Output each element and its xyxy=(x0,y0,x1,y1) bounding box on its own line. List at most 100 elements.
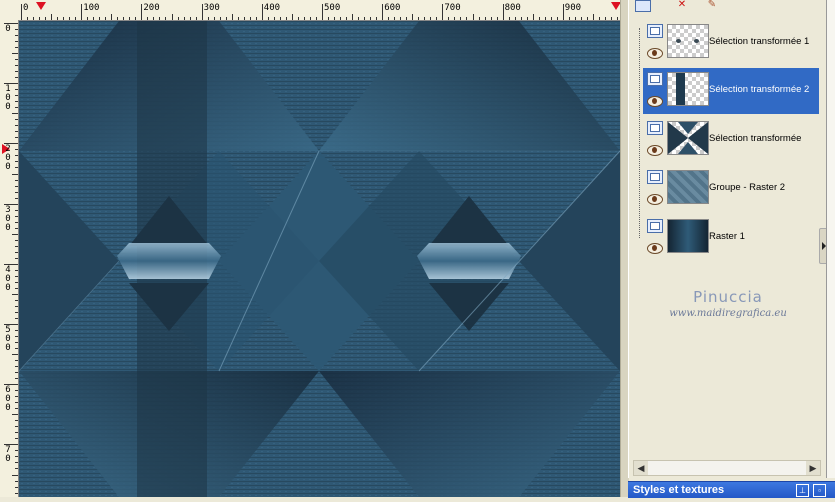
layer-row[interactable]: Raster 1 xyxy=(643,215,819,261)
layer-properties-icon[interactable] xyxy=(647,121,663,135)
edit-icon[interactable]: ✎ xyxy=(705,0,719,10)
ruler-label: 400 xyxy=(263,3,281,13)
ruler-tick xyxy=(27,17,29,20)
ruler-tick xyxy=(153,17,155,20)
scroll-right-icon[interactable]: ▶ xyxy=(806,461,820,475)
ruler-tick xyxy=(15,137,18,139)
ruler-tick xyxy=(610,17,612,20)
ruler-tick xyxy=(15,342,18,344)
layer-name: Groupe - Raster 2 xyxy=(709,182,786,193)
layer-thumbnail xyxy=(667,170,709,204)
ruler-tick xyxy=(442,4,444,20)
ruler-label: 0 xyxy=(5,282,11,293)
layer-row-selected[interactable]: Sélection transformée 2 xyxy=(643,68,819,114)
styles-textures-titlebar[interactable]: Styles et textures ⊥ ▫ xyxy=(628,481,835,498)
ruler-tick xyxy=(12,354,18,356)
ruler-tick xyxy=(526,17,528,20)
ruler-tick xyxy=(285,17,287,20)
ruler-tick xyxy=(358,17,360,20)
ruler-tick xyxy=(165,17,167,20)
ruler-tick xyxy=(394,17,396,20)
ruler-tick xyxy=(15,47,18,49)
ruler-tick xyxy=(15,299,18,301)
ruler-tick xyxy=(15,71,18,73)
visibility-eye-icon[interactable] xyxy=(647,194,663,205)
ruler-tick xyxy=(15,426,18,428)
ruler-tick xyxy=(15,77,18,79)
visibility-eye-icon[interactable] xyxy=(647,243,663,254)
ruler-tick xyxy=(213,17,215,20)
ruler-tick xyxy=(15,101,18,103)
visibility-eye-icon[interactable] xyxy=(647,145,663,156)
ruler-tick xyxy=(15,462,18,464)
ruler-label: 0 xyxy=(5,343,11,353)
ruler-marker-icon xyxy=(611,2,620,10)
ruler-tick xyxy=(15,167,18,169)
ruler-tick xyxy=(15,402,18,404)
ruler-tick xyxy=(12,173,18,175)
visibility-eye-icon[interactable] xyxy=(647,96,663,107)
restore-icon[interactable]: ▫ xyxy=(813,484,826,497)
canvas-image[interactable] xyxy=(18,21,621,497)
ruler-tick xyxy=(15,35,18,37)
ruler-tick xyxy=(15,161,18,163)
horizontal-scrollbar[interactable]: ◀ ▶ xyxy=(633,460,821,476)
ruler-tick xyxy=(15,390,18,392)
ruler-tick xyxy=(15,450,18,452)
layer-properties-icon[interactable] xyxy=(647,24,663,38)
pin-icon[interactable]: ⊥ xyxy=(796,484,809,497)
ruler-label: 900 xyxy=(564,3,582,13)
ruler-tick xyxy=(225,17,227,20)
ruler-tick xyxy=(15,119,18,121)
layer-properties-icon[interactable] xyxy=(647,170,663,184)
ruler-tick xyxy=(87,17,89,20)
ruler-tick xyxy=(376,17,378,20)
ruler-tick xyxy=(496,17,498,20)
ruler-tick xyxy=(15,65,18,67)
ruler-tick xyxy=(93,17,95,20)
ruler-tick xyxy=(15,287,18,289)
ruler-tick xyxy=(406,17,408,20)
ruler-tick xyxy=(15,221,18,223)
ruler-tick xyxy=(261,4,263,20)
ruler-tick xyxy=(15,245,18,247)
visibility-eye-icon[interactable] xyxy=(647,48,663,59)
layer-properties-icon[interactable] xyxy=(647,72,663,86)
ruler-tick xyxy=(15,420,18,422)
ruler-tick xyxy=(520,17,522,20)
ruler-tick xyxy=(15,378,18,380)
ruler-tick xyxy=(15,438,18,440)
ruler-tick xyxy=(159,17,161,20)
ruler-tick xyxy=(75,17,77,20)
ruler-tick xyxy=(15,209,18,211)
ruler-tick xyxy=(15,360,18,362)
ruler-tick xyxy=(412,14,414,20)
ruler-tick xyxy=(550,17,552,20)
ruler-tick xyxy=(436,17,438,20)
layer-row[interactable]: Sélection transformée xyxy=(643,117,819,163)
scroll-left-icon[interactable]: ◀ xyxy=(634,461,648,475)
ruler-tick xyxy=(15,95,18,97)
image-canvas[interactable] xyxy=(18,21,621,497)
delete-layer-icon[interactable]: ✕ xyxy=(675,0,689,10)
ruler-tick xyxy=(430,17,432,20)
ruler-tick xyxy=(15,197,18,199)
layer-row[interactable]: Sélection transformée 1 xyxy=(643,20,819,66)
layer-row[interactable]: Groupe - Raster 2 xyxy=(643,166,819,212)
new-layer-icon[interactable] xyxy=(635,0,651,12)
ruler-tick xyxy=(315,17,317,20)
ruler-tick xyxy=(454,17,456,20)
ruler-tick xyxy=(231,14,233,20)
ruler-tick xyxy=(249,17,251,20)
ruler-tick xyxy=(15,396,18,398)
ruler-label: 800 xyxy=(504,3,521,13)
layers-toolbar: ✕ ✎ xyxy=(629,0,827,14)
ruler-tick xyxy=(195,17,197,20)
ruler-tick xyxy=(15,330,18,332)
layer-tree-line xyxy=(639,28,641,238)
ruler-tick xyxy=(183,17,185,20)
ruler-tick xyxy=(15,305,18,307)
ruler-tick xyxy=(616,17,618,20)
ruler-tick xyxy=(382,4,384,20)
layer-properties-icon[interactable] xyxy=(647,219,663,233)
